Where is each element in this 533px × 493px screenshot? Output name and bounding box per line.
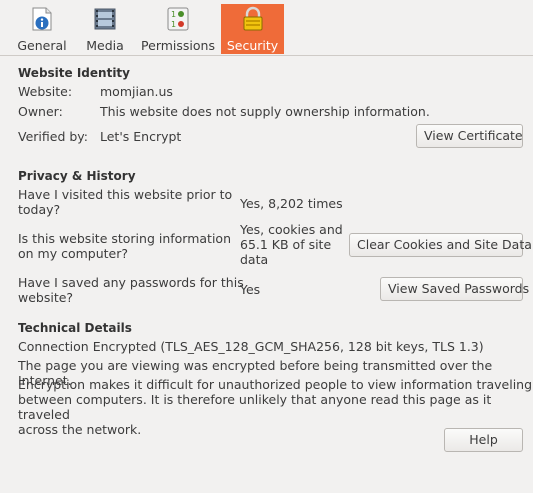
visited-question-line1: Have I visited this website prior to <box>18 187 233 202</box>
svg-text:1: 1 <box>171 10 176 19</box>
view-certificate-button[interactable]: View Certificate <box>416 124 523 148</box>
website-label: Website: <box>18 84 73 99</box>
website-value: momjian.us <box>100 84 173 99</box>
verified-by-label: Verified by: <box>18 129 88 144</box>
technical-details-heading: Technical Details <box>18 321 132 335</box>
encryption-explanation-line1: Encryption makes it difficult for unauth… <box>18 377 533 392</box>
storing-question-line1: Is this website storing information <box>18 231 232 246</box>
passwords-answer: Yes <box>240 282 261 297</box>
storing-answer: Yes, cookies and 65.1 KB of site data <box>240 222 343 267</box>
svg-text:1: 1 <box>171 20 176 29</box>
storing-answer-line2: 65.1 KB of site <box>240 237 332 252</box>
tab-general-label: General <box>17 38 67 53</box>
verified-by-value: Let's Encrypt <box>100 129 182 144</box>
passwords-question: Have I saved any passwords for this webs… <box>18 275 244 305</box>
passwords-question-line2: website? <box>18 290 74 305</box>
media-icon <box>94 8 116 30</box>
owner-value: This website does not supply ownership i… <box>100 104 430 119</box>
connection-details: Connection Encrypted (TLS_AES_128_GCM_SH… <box>18 339 484 354</box>
page-info-window: General Media 1 1 Permissions Security W… <box>0 0 533 493</box>
info-icon <box>32 7 52 31</box>
tab-security[interactable]: Security <box>221 4 284 54</box>
tab-media[interactable]: Media <box>82 4 128 54</box>
tab-general[interactable]: General <box>12 4 72 54</box>
visited-question-line2: today? <box>18 202 61 217</box>
lock-icon <box>243 6 262 31</box>
tab-permissions-label: Permissions <box>141 38 215 53</box>
storing-question: Is this website storing information on m… <box>18 231 231 261</box>
privacy-history-heading: Privacy & History <box>18 169 136 183</box>
passwords-question-line1: Have I saved any passwords for this <box>18 275 244 290</box>
tab-media-label: Media <box>86 38 124 53</box>
visited-question: Have I visited this website prior to tod… <box>18 187 232 217</box>
clear-cookies-button[interactable]: Clear Cookies and Site Data <box>349 233 532 257</box>
visited-answer: Yes, 8,202 times <box>240 196 343 211</box>
storing-question-line2: on my computer? <box>18 246 129 261</box>
tab-permissions[interactable]: 1 1 Permissions <box>138 4 218 54</box>
permissions-icon: 1 1 <box>167 7 189 31</box>
website-identity-heading: Website Identity <box>18 66 130 80</box>
storing-answer-line3: data <box>240 252 269 267</box>
tab-toolbar: General Media 1 1 Permissions Security <box>0 0 533 56</box>
tab-security-label: Security <box>226 38 279 53</box>
owner-label: Owner: <box>18 104 63 119</box>
help-button[interactable]: Help <box>444 428 523 452</box>
storing-answer-line1: Yes, cookies and <box>240 222 343 237</box>
view-saved-passwords-button[interactable]: View Saved Passwords <box>380 277 529 301</box>
encryption-explanation-line2: between computers. It is therefore unlik… <box>18 392 492 422</box>
